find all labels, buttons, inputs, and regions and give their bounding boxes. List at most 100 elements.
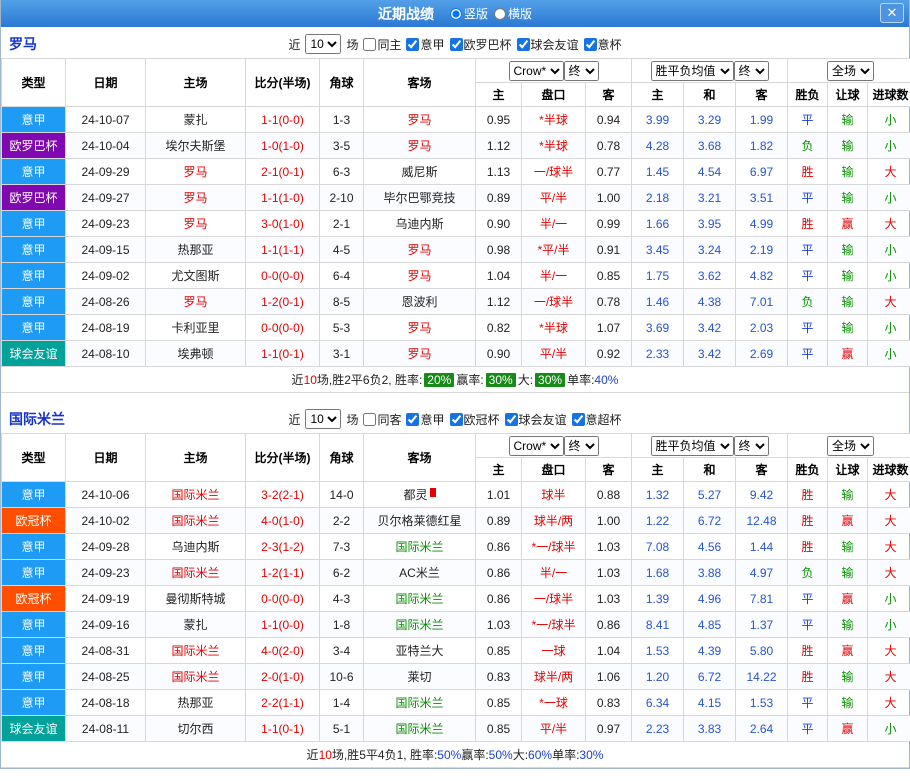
sub-header: 盘口: [522, 83, 586, 107]
team-section-2: 国际米兰近10场同客意甲欧冠杯球会友谊意超杯类型日期主场比分(半场)角球客场Cr…: [1, 405, 909, 768]
result-cell: 负: [788, 560, 828, 586]
league-filter-input[interactable]: [450, 413, 463, 426]
sub-header: 主: [632, 458, 684, 482]
date-cell: 24-10-06: [66, 482, 146, 508]
avg-home: 1.45: [632, 159, 684, 185]
league-filter-checkbox[interactable]: 欧冠杯: [450, 411, 500, 428]
away-odds: 1.03: [586, 586, 632, 612]
odds-state-select[interactable]: 终: [564, 61, 599, 81]
sub-header: 主: [632, 83, 684, 107]
avg-home: 1.53: [632, 638, 684, 664]
goals-result-cell: 大: [868, 690, 910, 716]
same-venue-input[interactable]: [363, 38, 376, 51]
handicap-cell: *半球: [522, 133, 586, 159]
handicap-cell: 半/一: [522, 211, 586, 237]
vertical-label: 竖版: [464, 5, 488, 22]
league-filter-checkbox[interactable]: 欧罗巴杯: [450, 36, 512, 53]
league-filter-checkbox[interactable]: 球会友谊: [517, 36, 579, 53]
away-team: 国际米兰: [364, 690, 476, 716]
league-filter-checkbox[interactable]: 球会友谊: [505, 411, 567, 428]
match-count-select[interactable]: 10: [305, 34, 341, 54]
score-cell: 1-1(1-1): [246, 237, 320, 263]
goals-result-cell: 大: [868, 508, 910, 534]
home-team: 蒙扎: [146, 612, 246, 638]
date-cell: 24-10-07: [66, 107, 146, 133]
away-team-label: 国际米兰: [395, 696, 443, 710]
avg-home: 1.66: [632, 211, 684, 237]
league-cell: 意甲: [2, 237, 66, 263]
odds-company-select[interactable]: Crow*: [509, 436, 564, 456]
result-cell: 胜: [788, 638, 828, 664]
date-cell: 24-08-26: [66, 289, 146, 315]
handicap-result-cell: 输: [828, 315, 868, 341]
league-filter-checkbox[interactable]: 意甲: [406, 36, 444, 53]
avg-state-select[interactable]: 终: [734, 436, 769, 456]
sections-container: 罗马近10场同主意甲欧罗巴杯球会友谊意杯类型日期主场比分(半场)角球客场Crow…: [1, 30, 909, 768]
avg-type-select[interactable]: 胜平负均值: [651, 61, 734, 81]
away-team-label: 国际米兰: [395, 592, 443, 606]
league-filter-input[interactable]: [406, 38, 419, 51]
avg-draw: 3.88: [684, 560, 736, 586]
date-cell: 24-09-02: [66, 263, 146, 289]
avg-draw: 3.21: [684, 185, 736, 211]
sub-header: 客: [586, 83, 632, 107]
league-filter-checkbox[interactable]: 意杯: [584, 36, 622, 53]
match-row: 球会友谊24-08-10埃弗顿1-1(0-1)3-1罗马0.90平/半0.922…: [2, 341, 910, 367]
avg-home: 1.46: [632, 289, 684, 315]
layout-option-vertical[interactable]: 竖版: [450, 5, 488, 22]
away-team: 毕尔巴鄂竞技: [364, 185, 476, 211]
match-count-select[interactable]: 10: [305, 409, 341, 429]
away-team-label: 贝尔格莱德红星: [377, 514, 461, 528]
league-filter-checkbox[interactable]: 意超杯: [572, 411, 622, 428]
same-venue-input[interactable]: [363, 413, 376, 426]
score-cell: 1-0(1-0): [246, 133, 320, 159]
avg-state-select[interactable]: 终: [734, 61, 769, 81]
close-button[interactable]: ✕: [880, 3, 904, 23]
goals-result-cell: 大: [868, 534, 910, 560]
league-filter-input[interactable]: [572, 413, 585, 426]
handicap-result-cell: 输: [828, 263, 868, 289]
league-filter-checkbox[interactable]: 意甲: [406, 411, 444, 428]
handicap-result-cell: 输: [828, 534, 868, 560]
league-filter-input[interactable]: [584, 38, 597, 51]
titlebar: 近期战绩 竖版 横版 ✕: [1, 0, 909, 27]
league-filter-input[interactable]: [450, 38, 463, 51]
date-cell: 24-09-16: [66, 612, 146, 638]
vertical-radio[interactable]: [450, 8, 462, 20]
scope-select[interactable]: 全场: [827, 61, 874, 81]
horizontal-label: 横版: [508, 5, 532, 22]
corner-cell: 14-0: [320, 482, 364, 508]
away-odds: 0.83: [586, 690, 632, 716]
scope-select[interactable]: 全场: [827, 436, 874, 456]
away-team: 莱切: [364, 664, 476, 690]
result-cell: 胜: [788, 211, 828, 237]
avg-away: 2.69: [736, 341, 788, 367]
avg-away: 1.53: [736, 690, 788, 716]
result-cell: 胜: [788, 482, 828, 508]
handicap-cell: 一/球半: [522, 159, 586, 185]
same-venue-checkbox[interactable]: 同客: [363, 411, 401, 428]
avg-draw: 3.24: [684, 237, 736, 263]
league-filter-input[interactable]: [505, 413, 518, 426]
horizontal-radio[interactable]: [494, 8, 506, 20]
league-filter-input[interactable]: [406, 413, 419, 426]
home-team: 卡利亚里: [146, 315, 246, 341]
layout-option-horizontal[interactable]: 横版: [494, 5, 532, 22]
league-filter-input[interactable]: [517, 38, 530, 51]
home-odds: 1.12: [476, 133, 522, 159]
summary-part: 近: [307, 746, 319, 763]
avg-draw: 6.72: [684, 508, 736, 534]
avg-away: 1.99: [736, 107, 788, 133]
same-venue-checkbox[interactable]: 同主: [363, 36, 401, 53]
result-cell: 平: [788, 315, 828, 341]
home-team: 蒙扎: [146, 107, 246, 133]
home-odds: 1.01: [476, 482, 522, 508]
avg-home: 2.23: [632, 716, 684, 742]
result-cell: 胜: [788, 508, 828, 534]
avg-type-select[interactable]: 胜平负均值: [651, 436, 734, 456]
league-filter-label: 意甲: [420, 411, 444, 428]
odds-company-select[interactable]: Crow*: [509, 61, 564, 81]
avg-draw: 4.56: [684, 534, 736, 560]
home-team: 国际米兰: [146, 664, 246, 690]
odds-state-select[interactable]: 终: [564, 436, 599, 456]
